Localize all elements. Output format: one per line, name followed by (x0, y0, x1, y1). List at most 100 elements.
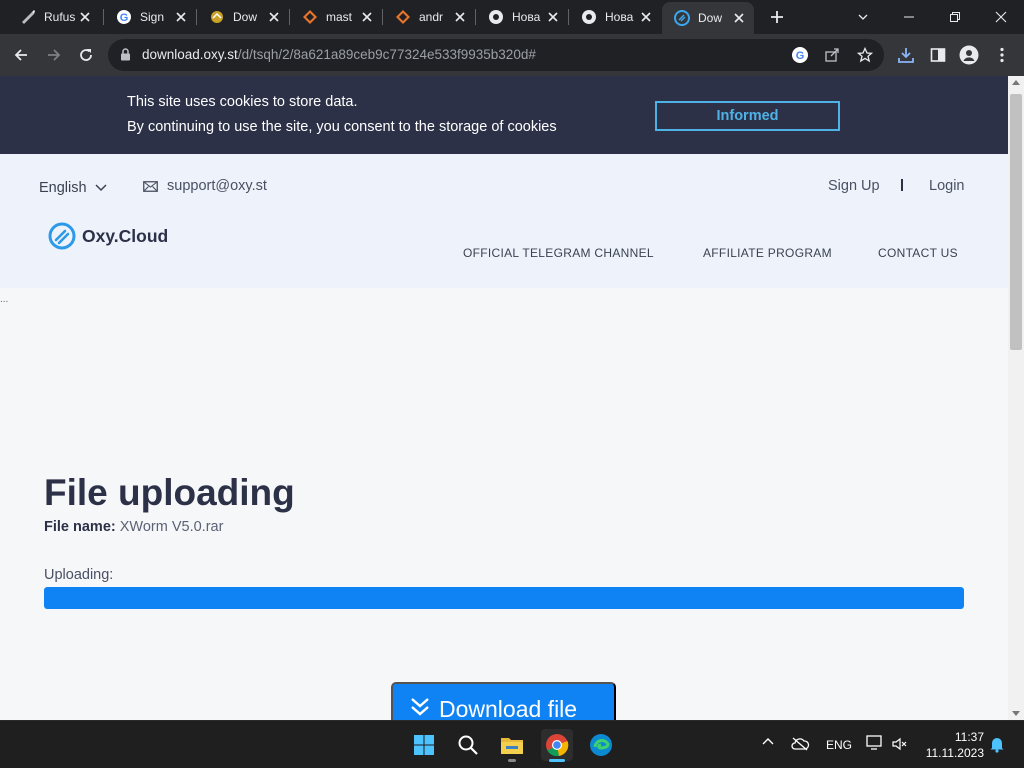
tab-title: Dow (698, 11, 723, 25)
minimize-button[interactable] (886, 0, 932, 34)
cookie-accept-button[interactable]: Informed (655, 101, 840, 131)
address-bar[interactable]: download.oxy.st/d/tsqh/2/8a621a89ceb9c77… (108, 39, 884, 71)
restore-button[interactable] (932, 0, 978, 34)
menu-kebab-icon[interactable] (991, 44, 1013, 66)
input-language-indicator[interactable]: ENG (826, 738, 852, 752)
download-file-button[interactable]: Download file (391, 682, 616, 720)
windows-logo-icon (414, 735, 434, 755)
tab-title: Нова (512, 10, 541, 24)
page-viewport: This site uses cookies to store data. By… (0, 76, 1008, 720)
minimize-icon (904, 16, 914, 18)
close-tab-icon[interactable] (78, 10, 92, 24)
back-button[interactable] (8, 42, 34, 68)
lock-icon[interactable] (120, 48, 131, 61)
download-button-label: Download file (439, 696, 578, 720)
oxy-cloud-icon (674, 10, 690, 26)
tab-rufus[interactable]: Rufus (8, 4, 100, 30)
language-selector[interactable]: English (39, 180, 107, 196)
url-path: /d/tsqh/2/8a621a89ceb9c77324e533f9935b32… (237, 47, 536, 62)
side-panel-icon[interactable] (927, 44, 949, 66)
tray-overflow-icon[interactable] (762, 735, 774, 749)
oxy-cloud-logo-icon (48, 222, 76, 250)
logo-text: Oxy.Cloud (82, 225, 169, 246)
arrow-left-icon (14, 49, 27, 61)
cookie-text-line-1: This site uses cookies to store data. (127, 94, 358, 110)
taskbar-chrome[interactable] (541, 729, 573, 762)
new-tab-icon[interactable] (768, 8, 786, 26)
scroll-up-arrow-icon[interactable] (1012, 80, 1020, 85)
tab-mast[interactable]: mast (290, 4, 382, 30)
sign-up-link[interactable]: Sign Up (828, 178, 880, 194)
svg-text:G: G (120, 12, 129, 24)
language-label: English (39, 180, 87, 196)
close-tab-icon[interactable] (360, 10, 374, 24)
chrome-icon (581, 9, 597, 25)
notification-bell-icon[interactable] (989, 735, 1005, 756)
close-tab-icon[interactable] (546, 10, 560, 24)
page-scrollbar[interactable] (1008, 76, 1024, 720)
login-link[interactable]: Login (929, 178, 964, 194)
support-email-link[interactable]: support@oxy.st (143, 178, 267, 194)
gitlab-icon (395, 9, 411, 25)
close-window-button[interactable] (978, 0, 1024, 34)
tab-strip: Rufus G Sign Dow mast andr Нова Нова Dow (0, 0, 1024, 34)
close-tab-icon[interactable] (174, 10, 188, 24)
profile-avatar-icon[interactable] (958, 44, 980, 66)
system-clock[interactable]: 11:37 11.11.2023 (920, 729, 984, 761)
browser-window: Rufus G Sign Dow mast andr Нова Нова Dow… (0, 0, 1024, 768)
google-icon: G (116, 9, 132, 25)
close-tab-icon[interactable] (732, 11, 746, 25)
taskbar-search-button[interactable] (452, 729, 484, 761)
cookie-banner: This site uses cookies to store data. By… (0, 76, 1008, 154)
tab-title: mast (326, 10, 353, 24)
download-site-icon (209, 9, 225, 25)
upload-progress-bar (44, 587, 964, 609)
chevron-down-icon (858, 14, 868, 20)
chrome-icon (488, 9, 504, 25)
nav-contact-us[interactable]: CONTACT US (878, 246, 958, 260)
tab-title: Rufus (44, 10, 76, 24)
forward-button[interactable] (41, 42, 67, 68)
downloads-icon[interactable] (895, 44, 917, 66)
bookmark-star-icon[interactable] (855, 45, 875, 65)
site-logo[interactable]: Oxy.Cloud (48, 222, 168, 250)
close-tab-icon[interactable] (639, 10, 653, 24)
start-button[interactable] (408, 729, 440, 761)
google-lens-icon[interactable]: G (790, 45, 810, 65)
gitlab-icon (302, 9, 318, 25)
nav-telegram-channel[interactable]: OFFICIAL TELEGRAM CHANNEL (463, 246, 654, 260)
nav-affiliate-program[interactable]: AFFILIATE PROGRAM (703, 246, 832, 260)
folder-icon (501, 738, 523, 754)
volume-muted-icon[interactable] (892, 737, 908, 754)
taskbar-file-explorer[interactable] (496, 729, 528, 762)
running-indicator (549, 759, 565, 762)
close-tab-icon[interactable] (453, 10, 467, 24)
upload-progress-fill (44, 587, 964, 609)
tab-andr[interactable]: andr (383, 4, 475, 30)
tab-download-active[interactable]: Dow (662, 2, 754, 34)
url-text[interactable]: download.oxy.st/d/tsqh/2/8a621a89ceb9c77… (142, 47, 536, 62)
chrome-icon (546, 734, 569, 757)
scroll-thumb[interactable] (1010, 94, 1022, 350)
tab-download-1[interactable]: Dow (197, 4, 289, 30)
tab-sign[interactable]: G Sign (104, 4, 196, 30)
reload-button[interactable] (73, 42, 99, 68)
taskbar-edge[interactable] (585, 729, 617, 761)
ellipsis-marker: ... (0, 294, 9, 305)
share-icon[interactable] (822, 45, 842, 65)
svg-text:G: G (796, 50, 805, 62)
network-icon[interactable] (866, 735, 884, 754)
restore-icon (950, 12, 960, 22)
tab-search-button[interactable] (840, 0, 886, 34)
rufus-icon (20, 9, 36, 25)
tab-new-2[interactable]: Нова (569, 4, 661, 30)
file-name-value: XWorm V5.0.rar (119, 519, 224, 535)
close-tab-icon[interactable] (267, 10, 281, 24)
scroll-down-arrow-icon[interactable] (1012, 711, 1020, 716)
tab-new-1[interactable]: Нова (476, 4, 568, 30)
tab-title: Нова (605, 10, 634, 24)
cloud-offline-icon[interactable] (790, 737, 810, 754)
site-header: English support@oxy.st Sign Up Login Oxy… (0, 154, 1008, 288)
auth-divider (901, 179, 903, 191)
url-host: download.oxy.st (142, 47, 238, 62)
